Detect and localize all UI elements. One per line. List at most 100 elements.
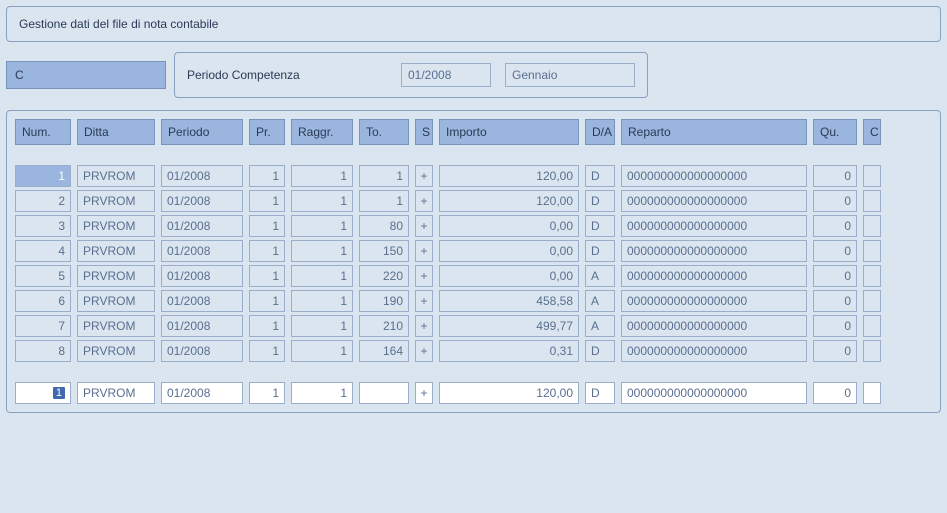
cell-importo[interactable]: 120,00 bbox=[439, 190, 579, 212]
col-pr[interactable]: Pr. bbox=[249, 119, 285, 145]
cell-qu[interactable]: 0 bbox=[813, 265, 857, 287]
cell-pr[interactable]: 1 bbox=[249, 215, 285, 237]
cell-ditta[interactable]: PRVROM bbox=[77, 165, 155, 187]
edit-cell-to[interactable] bbox=[359, 382, 409, 404]
cell-c[interactable] bbox=[863, 265, 881, 287]
code-chip[interactable]: C bbox=[6, 61, 166, 89]
cell-s[interactable]: + bbox=[415, 165, 433, 187]
edit-cell-qu[interactable]: 0 bbox=[813, 382, 857, 404]
edit-cell-reparto[interactable]: 000000000000000000 bbox=[621, 382, 807, 404]
cell-importo[interactable]: 0,31 bbox=[439, 340, 579, 362]
edit-cell-importo[interactable]: 120,00 bbox=[439, 382, 579, 404]
cell-reparto[interactable]: 000000000000000000 bbox=[621, 240, 807, 262]
col-raggr[interactable]: Raggr. bbox=[291, 119, 353, 145]
cell-ditta[interactable]: PRVROM bbox=[77, 190, 155, 212]
cell-s[interactable]: + bbox=[415, 315, 433, 337]
cell-importo[interactable]: 0,00 bbox=[439, 240, 579, 262]
cell-reparto[interactable]: 000000000000000000 bbox=[621, 165, 807, 187]
cell-num[interactable]: 7 bbox=[15, 315, 71, 337]
cell-to[interactable]: 210 bbox=[359, 315, 409, 337]
cell-to[interactable]: 80 bbox=[359, 215, 409, 237]
col-s[interactable]: S bbox=[415, 119, 433, 145]
cell-reparto[interactable]: 000000000000000000 bbox=[621, 215, 807, 237]
cell-da[interactable]: D bbox=[585, 215, 615, 237]
cell-ditta[interactable]: PRVROM bbox=[77, 265, 155, 287]
cell-periodo[interactable]: 01/2008 bbox=[161, 190, 243, 212]
cell-to[interactable]: 150 bbox=[359, 240, 409, 262]
cell-reparto[interactable]: 000000000000000000 bbox=[621, 265, 807, 287]
edit-cell-num[interactable]: 1 bbox=[15, 382, 71, 404]
cell-da[interactable]: A bbox=[585, 265, 615, 287]
cell-da[interactable]: A bbox=[585, 315, 615, 337]
cell-reparto[interactable]: 000000000000000000 bbox=[621, 315, 807, 337]
cell-raggr[interactable]: 1 bbox=[291, 165, 353, 187]
cell-reparto[interactable]: 000000000000000000 bbox=[621, 340, 807, 362]
cell-to[interactable]: 1 bbox=[359, 190, 409, 212]
cell-c[interactable] bbox=[863, 315, 881, 337]
cell-s[interactable]: + bbox=[415, 265, 433, 287]
col-da[interactable]: D/A bbox=[585, 119, 615, 145]
cell-importo[interactable]: 499,77 bbox=[439, 315, 579, 337]
cell-num[interactable]: 3 bbox=[15, 215, 71, 237]
cell-pr[interactable]: 1 bbox=[249, 265, 285, 287]
edit-cell-pr[interactable]: 1 bbox=[249, 382, 285, 404]
cell-reparto[interactable]: 000000000000000000 bbox=[621, 190, 807, 212]
col-ditta[interactable]: Ditta bbox=[77, 119, 155, 145]
cell-ditta[interactable]: PRVROM bbox=[77, 240, 155, 262]
cell-qu[interactable]: 0 bbox=[813, 315, 857, 337]
edit-cell-periodo[interactable]: 01/2008 bbox=[161, 382, 243, 404]
edit-cell-c[interactable] bbox=[863, 382, 881, 404]
cell-pr[interactable]: 1 bbox=[249, 340, 285, 362]
cell-periodo[interactable]: 01/2008 bbox=[161, 165, 243, 187]
cell-raggr[interactable]: 1 bbox=[291, 290, 353, 312]
cell-pr[interactable]: 1 bbox=[249, 165, 285, 187]
cell-s[interactable]: + bbox=[415, 215, 433, 237]
cell-pr[interactable]: 1 bbox=[249, 315, 285, 337]
cell-raggr[interactable]: 1 bbox=[291, 215, 353, 237]
edit-cell-s[interactable]: + bbox=[415, 382, 433, 404]
cell-c[interactable] bbox=[863, 340, 881, 362]
cell-importo[interactable]: 120,00 bbox=[439, 165, 579, 187]
cell-raggr[interactable]: 1 bbox=[291, 240, 353, 262]
cell-qu[interactable]: 0 bbox=[813, 240, 857, 262]
col-periodo[interactable]: Periodo bbox=[161, 119, 243, 145]
cell-periodo[interactable]: 01/2008 bbox=[161, 265, 243, 287]
cell-raggr[interactable]: 1 bbox=[291, 340, 353, 362]
cell-ditta[interactable]: PRVROM bbox=[77, 290, 155, 312]
cell-s[interactable]: + bbox=[415, 240, 433, 262]
cell-num[interactable]: 6 bbox=[15, 290, 71, 312]
cell-qu[interactable]: 0 bbox=[813, 290, 857, 312]
cell-periodo[interactable]: 01/2008 bbox=[161, 315, 243, 337]
cell-periodo[interactable]: 01/2008 bbox=[161, 290, 243, 312]
cell-num[interactable]: 1 bbox=[15, 165, 71, 187]
cell-qu[interactable]: 0 bbox=[813, 340, 857, 362]
cell-qu[interactable]: 0 bbox=[813, 215, 857, 237]
cell-pr[interactable]: 1 bbox=[249, 240, 285, 262]
cell-periodo[interactable]: 01/2008 bbox=[161, 240, 243, 262]
cell-s[interactable]: + bbox=[415, 340, 433, 362]
cell-num[interactable]: 2 bbox=[15, 190, 71, 212]
cell-s[interactable]: + bbox=[415, 290, 433, 312]
cell-ditta[interactable]: PRVROM bbox=[77, 340, 155, 362]
cell-periodo[interactable]: 01/2008 bbox=[161, 340, 243, 362]
cell-ditta[interactable]: PRVROM bbox=[77, 215, 155, 237]
col-qu[interactable]: Qu. bbox=[813, 119, 857, 145]
col-reparto[interactable]: Reparto bbox=[621, 119, 807, 145]
cell-c[interactable] bbox=[863, 165, 881, 187]
cell-to[interactable]: 190 bbox=[359, 290, 409, 312]
cell-c[interactable] bbox=[863, 215, 881, 237]
cell-importo[interactable]: 0,00 bbox=[439, 265, 579, 287]
period-value[interactable]: 01/2008 bbox=[401, 63, 491, 87]
cell-raggr[interactable]: 1 bbox=[291, 315, 353, 337]
cell-num[interactable]: 8 bbox=[15, 340, 71, 362]
col-c[interactable]: C bbox=[863, 119, 881, 145]
cell-da[interactable]: A bbox=[585, 290, 615, 312]
cell-c[interactable] bbox=[863, 290, 881, 312]
cell-ditta[interactable]: PRVROM bbox=[77, 315, 155, 337]
cell-importo[interactable]: 0,00 bbox=[439, 215, 579, 237]
cell-qu[interactable]: 0 bbox=[813, 165, 857, 187]
cell-da[interactable]: D bbox=[585, 340, 615, 362]
cell-to[interactable]: 1 bbox=[359, 165, 409, 187]
cell-pr[interactable]: 1 bbox=[249, 190, 285, 212]
edit-cell-da[interactable]: D bbox=[585, 382, 615, 404]
